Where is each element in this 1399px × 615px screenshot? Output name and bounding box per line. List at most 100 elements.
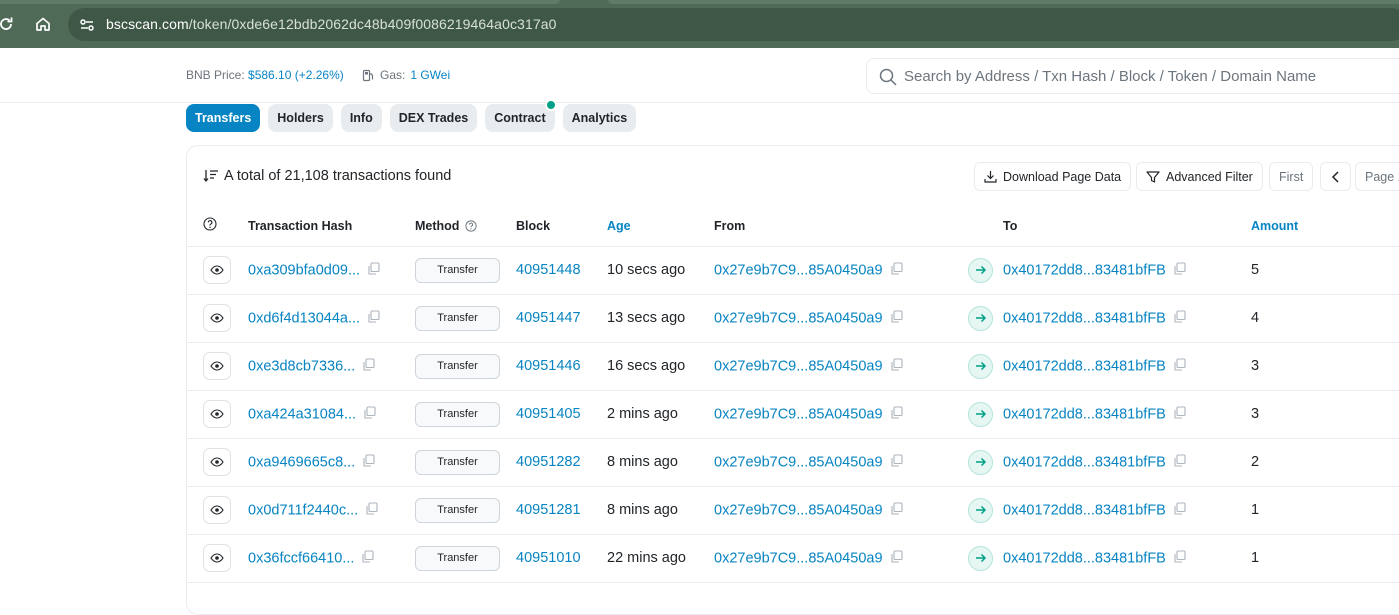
copy-icon[interactable]: [1173, 357, 1186, 375]
column-block: Block: [516, 206, 607, 247]
view-details-button[interactable]: [203, 400, 231, 428]
amount-cell: 5: [1251, 246, 1399, 295]
view-details-button[interactable]: [203, 544, 231, 572]
copy-icon[interactable]: [890, 549, 903, 567]
tab-contract[interactable]: Contract: [485, 99, 557, 132]
copy-icon[interactable]: [1173, 453, 1186, 471]
copy-icon[interactable]: [362, 357, 375, 375]
table-row: 0xe3d8cb7336... Transfer 40951446 16 sec…: [187, 342, 1399, 391]
to-address-link[interactable]: 0x40172dd8...83481bfFB: [1003, 502, 1166, 518]
transaction-hash-link[interactable]: 0xd6f4d13044a...: [248, 310, 360, 326]
from-address-link[interactable]: 0x27e9b7C9...85A0450a9: [714, 550, 883, 566]
copy-icon[interactable]: [890, 453, 903, 471]
table-row: 0xa9469665c8... Transfer 40951282 8 mins…: [187, 438, 1399, 487]
view-details-button[interactable]: [203, 256, 231, 284]
url-text[interactable]: bscscan.com/token/0xde6e12bdb2062dc48b40…: [106, 16, 557, 32]
copy-icon[interactable]: [1173, 501, 1186, 519]
copy-icon[interactable]: [890, 309, 903, 327]
copy-icon[interactable]: [890, 261, 903, 279]
to-address-link[interactable]: 0x40172dd8...83481bfFB: [1003, 454, 1166, 470]
method-cell: Transfer: [415, 534, 516, 583]
home-icon[interactable]: [31, 12, 55, 36]
from-address-link[interactable]: 0x27e9b7C9...85A0450a9: [714, 310, 883, 326]
download-page-data-button[interactable]: Download Page Data: [974, 162, 1132, 191]
advanced-filter-button[interactable]: Advanced Filter: [1136, 162, 1263, 191]
block-cell: 40951010: [516, 534, 607, 583]
method-badge: Transfer: [415, 305, 500, 331]
preview-cell: [187, 342, 248, 391]
table-row: 0x0d711f2440c... Transfer 40951281 8 min…: [187, 486, 1399, 535]
copy-icon[interactable]: [362, 453, 375, 471]
from-address-link[interactable]: 0x27e9b7C9...85A0450a9: [714, 502, 883, 518]
transaction-hash-link[interactable]: 0xa9469665c8...: [248, 454, 355, 470]
to-address-link[interactable]: 0x40172dd8...83481bfFB: [1003, 406, 1166, 422]
column-age[interactable]: Age: [607, 206, 714, 247]
hash-cell: 0x36fccf66410...: [248, 534, 415, 583]
table-row: 0xa424a31084... Transfer 40951405 2 mins…: [187, 390, 1399, 439]
first-page-button[interactable]: First: [1269, 162, 1314, 191]
tab-holders[interactable]: Holders: [268, 104, 333, 132]
from-address-link[interactable]: 0x27e9b7C9...85A0450a9: [714, 358, 883, 374]
copy-icon[interactable]: [361, 549, 374, 567]
reload-icon[interactable]: [0, 12, 18, 36]
previous-page-button[interactable]: [1320, 162, 1351, 191]
direction-cell: [962, 438, 1003, 487]
hash-cell: 0xa424a31084...: [248, 390, 415, 439]
copy-icon[interactable]: [365, 501, 378, 519]
from-address-link[interactable]: 0x27e9b7C9...85A0450a9: [714, 454, 883, 470]
view-details-button[interactable]: [203, 448, 231, 476]
from-address-link[interactable]: 0x27e9b7C9...85A0450a9: [714, 262, 883, 278]
question-icon[interactable]: [465, 220, 477, 232]
view-details-button[interactable]: [203, 496, 231, 524]
block-link[interactable]: 40951010: [516, 550, 581, 566]
block-link[interactable]: 40951446: [516, 358, 581, 374]
block-link[interactable]: 40951405: [516, 406, 581, 422]
amount-cell: 2: [1251, 438, 1399, 487]
copy-icon[interactable]: [1173, 405, 1186, 423]
copy-icon[interactable]: [1173, 261, 1186, 279]
tab-analytics[interactable]: Analytics: [562, 104, 637, 132]
copy-icon[interactable]: [1173, 309, 1186, 327]
gas-value[interactable]: 1 GWei: [410, 68, 450, 82]
search-input[interactable]: [904, 59, 1399, 93]
copy-icon[interactable]: [367, 309, 380, 327]
copy-icon[interactable]: [890, 357, 903, 375]
block-link[interactable]: 40951448: [516, 262, 581, 278]
column-method: Method: [415, 206, 516, 247]
transaction-hash-link[interactable]: 0x0d711f2440c...: [248, 502, 358, 518]
page-indicator: Page 1: [1355, 162, 1399, 191]
question-icon[interactable]: [203, 217, 217, 231]
age-cell: 8 mins ago: [607, 486, 714, 535]
tab-dex-trades[interactable]: DEX Trades: [389, 104, 478, 132]
tab-info[interactable]: Info: [340, 104, 382, 132]
transaction-hash-link[interactable]: 0xa309bfa0d09...: [248, 262, 360, 278]
direction-cell: [962, 342, 1003, 391]
column-amount[interactable]: Amount: [1251, 206, 1399, 247]
from-address-link[interactable]: 0x27e9b7C9...85A0450a9: [714, 406, 883, 422]
transaction-hash-link[interactable]: 0x36fccf66410...: [248, 550, 354, 566]
from-cell: 0x27e9b7C9...85A0450a9: [714, 342, 962, 391]
block-cell: 40951446: [516, 342, 607, 391]
block-cell: 40951405: [516, 390, 607, 439]
block-cell: 40951281: [516, 486, 607, 535]
bnb-price-value[interactable]: $586.10 (+2.26%): [248, 68, 344, 82]
block-link[interactable]: 40951447: [516, 310, 581, 326]
block-link[interactable]: 40951282: [516, 454, 581, 470]
transaction-hash-link[interactable]: 0xe3d8cb7336...: [248, 358, 355, 374]
amount-cell: 3: [1251, 342, 1399, 391]
copy-icon[interactable]: [367, 261, 380, 279]
block-link[interactable]: 40951281: [516, 502, 581, 518]
to-address-link[interactable]: 0x40172dd8...83481bfFB: [1003, 550, 1166, 566]
to-address-link[interactable]: 0x40172dd8...83481bfFB: [1003, 310, 1166, 326]
view-details-button[interactable]: [203, 304, 231, 332]
copy-icon[interactable]: [363, 405, 376, 423]
view-details-button[interactable]: [203, 352, 231, 380]
to-address-link[interactable]: 0x40172dd8...83481bfFB: [1003, 358, 1166, 374]
copy-icon[interactable]: [890, 405, 903, 423]
to-address-link[interactable]: 0x40172dd8...83481bfFB: [1003, 262, 1166, 278]
copy-icon[interactable]: [890, 501, 903, 519]
site-info-icon[interactable]: [78, 16, 96, 34]
transaction-hash-link[interactable]: 0xa424a31084...: [248, 406, 356, 422]
tab-transfers[interactable]: Transfers: [186, 104, 261, 132]
copy-icon[interactable]: [1173, 549, 1186, 567]
